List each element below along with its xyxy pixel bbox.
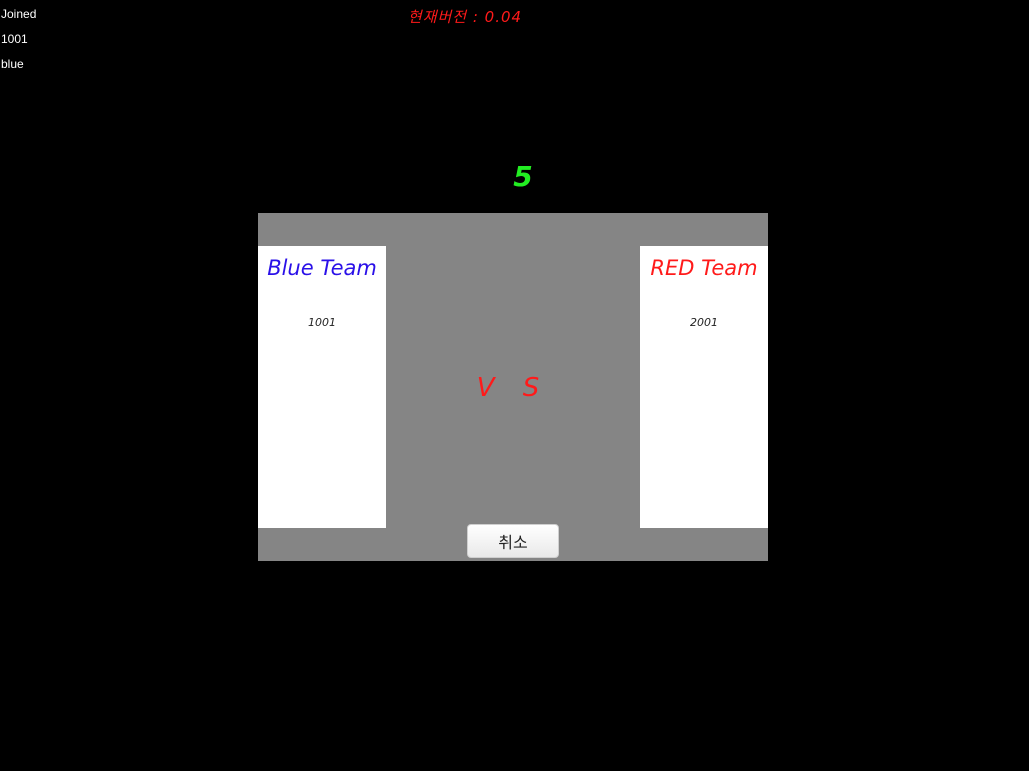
blue-team-title: Blue Team <box>267 256 377 280</box>
vs-label: V S <box>476 373 550 403</box>
debug-user-id-text: 1001 <box>1 32 28 46</box>
red-team-title: RED Team <box>650 256 758 280</box>
red-team-member: 2001 <box>690 316 718 329</box>
blue-team-card: Blue Team 1001 <box>258 246 386 528</box>
debug-status-text: Joined <box>1 7 37 21</box>
version-label: 현재버전 : 0.04 <box>407 8 523 26</box>
cancel-button[interactable]: 취소 <box>467 524 559 558</box>
match-countdown: 5 <box>513 160 533 193</box>
matchmaking-panel: Blue Team 1001 V S RED Team 2001 취소 <box>258 213 768 561</box>
debug-team-text: blue <box>1 57 24 71</box>
red-team-card: RED Team 2001 <box>640 246 768 528</box>
blue-team-member: 1001 <box>308 316 336 329</box>
